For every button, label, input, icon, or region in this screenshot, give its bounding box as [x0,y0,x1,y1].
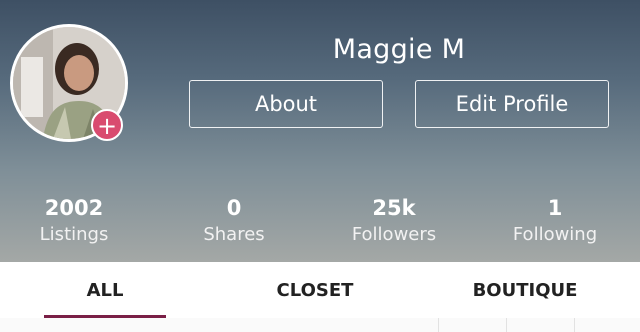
profile-header: + Maggie M About Edit Profile 2002 Listi… [0,0,640,262]
stat-value: 1 [547,196,563,220]
stat-value: 25k [372,196,416,220]
divider [438,318,439,332]
stat-following[interactable]: 1 Following [495,195,615,249]
stat-label: Shares [203,224,265,245]
stat-label: Followers [351,224,437,245]
closet-tabs: ALL CLOSET BOUTIQUE [0,262,640,319]
avatar-container[interactable]: + [10,24,128,142]
stat-value: 0 [226,196,242,220]
divider [506,318,507,332]
stat-label: Listings [39,224,109,245]
stat-listings[interactable]: 2002 Listings [14,195,134,249]
divider [574,318,575,332]
stat-followers[interactable]: 25k Followers [334,195,454,249]
tab-closet[interactable]: CLOSET [250,262,380,318]
profile-name: Maggie M [332,34,466,65]
stat-label: Following [512,224,598,245]
add-photo-icon[interactable]: + [91,109,123,141]
about-button[interactable]: About [189,80,383,128]
stat-shares[interactable]: 0 Shares [174,195,294,249]
stat-value: 2002 [44,196,104,220]
tab-all[interactable]: ALL [44,262,166,318]
tab-boutique[interactable]: BOUTIQUE [450,262,600,318]
edit-profile-button[interactable]: Edit Profile [415,80,609,128]
filter-bar-edge [0,318,640,332]
